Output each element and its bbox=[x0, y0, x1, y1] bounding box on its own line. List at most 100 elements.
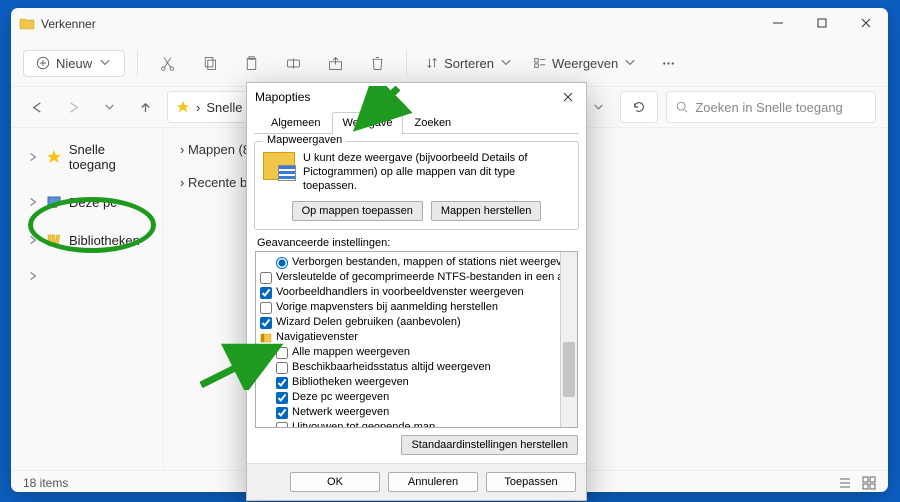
adv-item-preview[interactable]: Voorbeeldhandlers in voorbeeldvenster we… bbox=[258, 285, 558, 300]
dialog-buttons: OK Annuleren Toepassen bbox=[247, 463, 586, 500]
maximize-button[interactable] bbox=[800, 8, 844, 38]
cut-button[interactable] bbox=[150, 46, 184, 80]
dialog-tabs: Algemeen Weergave Zoeken bbox=[254, 111, 579, 134]
more-button[interactable] bbox=[651, 46, 685, 80]
forward-button[interactable] bbox=[59, 93, 87, 121]
cancel-button[interactable]: Annuleren bbox=[388, 472, 478, 492]
checkbox-encrypted[interactable] bbox=[260, 272, 272, 284]
adv-item-all-folders[interactable]: Alle mappen weergeven bbox=[258, 345, 558, 360]
sort-label: Sorteren bbox=[444, 56, 494, 71]
view-mode-icons bbox=[838, 476, 876, 490]
ok-button[interactable]: OK bbox=[290, 472, 380, 492]
window-title: Verkenner bbox=[41, 17, 96, 31]
chevron-down-icon bbox=[98, 56, 112, 70]
chevron-right-icon bbox=[27, 234, 39, 246]
search-placeholder: Zoeken in Snelle toegang bbox=[695, 100, 842, 115]
sidebar: Snelle toegang Deze pc Bibliotheken bbox=[11, 128, 164, 470]
adv-item-expand[interactable]: Uitvouwen tot geopende map bbox=[258, 420, 558, 427]
recent-locations-button[interactable] bbox=[95, 93, 123, 121]
chevron-down-icon bbox=[499, 56, 513, 70]
folder-icon bbox=[19, 16, 35, 32]
folder-views-icon bbox=[263, 152, 295, 180]
adv-item-pc[interactable]: Deze pc weergeven bbox=[258, 390, 558, 405]
advanced-settings-label: Geavanceerde instellingen: bbox=[257, 237, 576, 249]
nav-pane-icon bbox=[260, 332, 272, 344]
checkbox-network[interactable] bbox=[276, 407, 288, 419]
group-title: Mapweergaven bbox=[263, 134, 346, 146]
path-separator: › bbox=[196, 100, 200, 115]
radio-hidden[interactable] bbox=[276, 257, 288, 269]
adv-item-hidden[interactable]: Verborgen bestanden, mappen of stations … bbox=[258, 255, 558, 270]
checkbox-all-folders[interactable] bbox=[276, 347, 288, 359]
chevron-right-icon bbox=[27, 196, 39, 208]
star-icon bbox=[176, 100, 190, 114]
sidebar-item-quick-access[interactable]: Snelle toegang bbox=[11, 136, 163, 178]
new-button[interactable]: Nieuw bbox=[23, 50, 125, 77]
dialog-close-button[interactable] bbox=[558, 87, 578, 107]
back-button[interactable] bbox=[23, 93, 51, 121]
sidebar-label: Snelle toegang bbox=[69, 142, 155, 172]
checkbox-preview[interactable] bbox=[260, 287, 272, 299]
adv-item-restore[interactable]: Vorige mapvensters bij aanmelding herste… bbox=[258, 300, 558, 315]
tab-search[interactable]: Zoeken bbox=[403, 112, 462, 134]
chevron-right-icon bbox=[27, 151, 39, 163]
paste-button[interactable] bbox=[234, 46, 268, 80]
minimize-button[interactable] bbox=[756, 8, 800, 38]
folder-views-desc: U kunt deze weergave (bijvoorbeeld Detai… bbox=[303, 152, 570, 193]
copy-button[interactable] bbox=[192, 46, 226, 80]
star-icon bbox=[46, 149, 62, 165]
checkbox-pc[interactable] bbox=[276, 392, 288, 404]
tab-general[interactable]: Algemeen bbox=[260, 112, 332, 134]
libraries-icon bbox=[46, 232, 62, 248]
details-view-icon[interactable] bbox=[838, 476, 852, 490]
checkbox-libraries[interactable] bbox=[276, 377, 288, 389]
delete-button[interactable] bbox=[360, 46, 394, 80]
view-button[interactable]: Weergeven bbox=[527, 56, 643, 71]
close-button[interactable] bbox=[844, 8, 888, 38]
restore-defaults-button[interactable]: Standaardinstellingen herstellen bbox=[401, 435, 578, 455]
folder-options-dialog: Mapopties Algemeen Weergave Zoeken Mapwe… bbox=[246, 82, 587, 501]
item-count: 18 items bbox=[23, 476, 68, 490]
rename-button[interactable] bbox=[276, 46, 310, 80]
checkbox-availability[interactable] bbox=[276, 362, 288, 374]
sidebar-label: Bibliotheken bbox=[69, 233, 140, 248]
adv-item-network[interactable]: Netwerk weergeven bbox=[258, 405, 558, 420]
address-chevron[interactable] bbox=[584, 93, 612, 121]
checkbox-restore[interactable] bbox=[260, 302, 272, 314]
folder-views-group: Mapweergaven U kunt deze weergave (bijvo… bbox=[254, 141, 579, 230]
sidebar-item-network[interactable] bbox=[11, 268, 163, 284]
pc-icon bbox=[46, 194, 62, 210]
adv-nav-header: Navigatievenster bbox=[258, 330, 558, 345]
chevron-down-icon bbox=[623, 56, 637, 70]
adv-scrollbar[interactable] bbox=[560, 252, 577, 427]
adv-item-libraries[interactable]: Bibliotheken weergeven bbox=[258, 375, 558, 390]
sort-button[interactable]: Sorteren bbox=[419, 56, 519, 71]
title-bar: Verkenner bbox=[11, 8, 888, 40]
adv-item-encrypted[interactable]: Versleutelde of gecomprimeerde NTFS-best… bbox=[258, 270, 558, 285]
share-button[interactable] bbox=[318, 46, 352, 80]
apply-to-folders-button[interactable]: Op mappen toepassen bbox=[292, 201, 423, 221]
sort-icon bbox=[425, 56, 439, 70]
search-field[interactable]: Zoeken in Snelle toegang bbox=[666, 91, 876, 123]
search-icon bbox=[675, 100, 689, 114]
toolbar: Nieuw Sorteren Weergeven bbox=[11, 40, 888, 87]
adv-item-availability[interactable]: Beschikbaarheidsstatus altijd weergeven bbox=[258, 360, 558, 375]
up-button[interactable] bbox=[131, 93, 159, 121]
sidebar-label: Deze pc bbox=[69, 195, 117, 210]
tab-view[interactable]: Weergave bbox=[332, 112, 404, 134]
thumbnails-view-icon[interactable] bbox=[862, 476, 876, 490]
adv-item-wizard[interactable]: Wizard Delen gebruiken (aanbevolen) bbox=[258, 315, 558, 330]
checkbox-expand[interactable] bbox=[276, 422, 288, 428]
apply-button[interactable]: Toepassen bbox=[486, 472, 576, 492]
checkbox-wizard[interactable] bbox=[260, 317, 272, 329]
new-button-label: Nieuw bbox=[56, 56, 92, 71]
reset-folders-button[interactable]: Mappen herstellen bbox=[431, 201, 542, 221]
plus-circle-icon bbox=[36, 56, 50, 70]
advanced-settings-list: Verborgen bestanden, mappen of stations … bbox=[255, 251, 578, 428]
chevron-right-icon bbox=[27, 270, 39, 282]
sidebar-item-libraries[interactable]: Bibliotheken bbox=[11, 226, 163, 254]
view-icon bbox=[533, 56, 547, 70]
sidebar-item-this-pc[interactable]: Deze pc bbox=[11, 192, 163, 212]
refresh-button[interactable] bbox=[620, 91, 658, 123]
view-label: Weergeven bbox=[552, 56, 618, 71]
